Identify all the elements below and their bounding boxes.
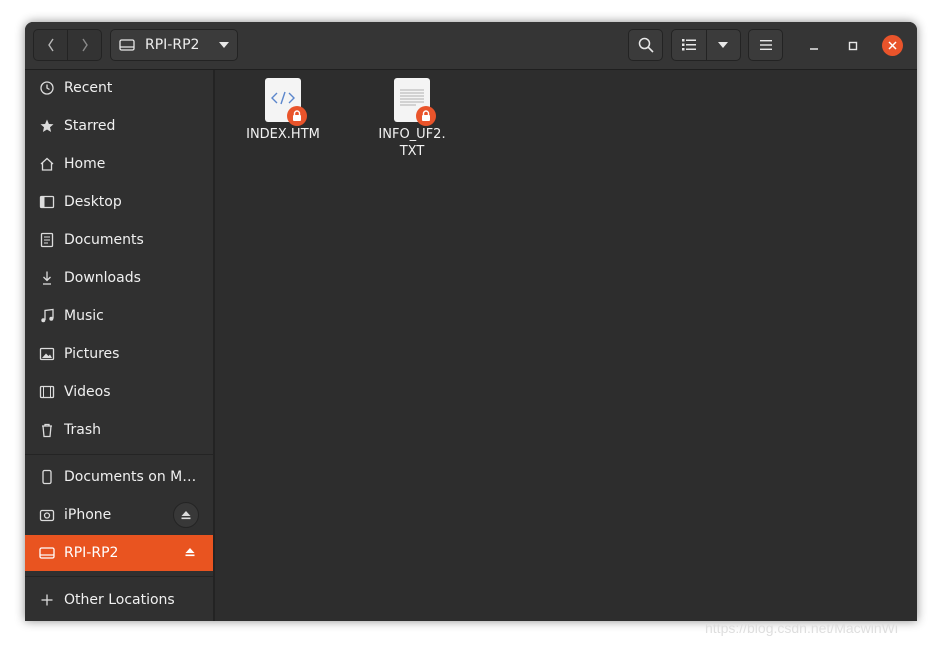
sidebar-item-videos[interactable]: Videos [25,374,213,410]
location-button[interactable]: RPI-RP2 [110,29,238,61]
minimize-icon [810,48,818,50]
maximize-button[interactable] [843,36,863,56]
sidebar-item-music[interactable]: Music [25,298,213,334]
phone-icon [39,469,55,485]
sidebar-item-desktop[interactable]: Desktop [25,184,213,220]
back-button[interactable] [34,30,67,60]
sidebar-item-label: Documents on Mi… [64,469,199,485]
close-icon [888,41,897,50]
sidebar-item-label: Recent [64,80,113,96]
navigation-buttons [33,29,102,61]
sidebar: Recent Starred Home Desktop Documents Do… [25,70,213,621]
sidebar-item-iphone[interactable]: iPhone [25,497,213,533]
html-file-icon [265,78,307,126]
minimize-button[interactable] [804,36,824,56]
picture-icon [39,346,55,362]
sidebar-item-label: Downloads [64,270,141,286]
header-bar: RPI-RP2 [25,22,917,70]
location-label: RPI-RP2 [145,37,200,53]
close-button[interactable] [882,35,903,56]
search-icon [638,37,654,53]
sidebar-item-rpi-rp2[interactable]: RPI-RP2 [25,535,213,571]
trash-icon [39,422,55,438]
file-manager-window: RPI-RP2 Recent Starred Home Desktop Docu… [25,22,917,621]
view-buttons [671,29,741,61]
hamburger-menu-icon [759,40,772,50]
eject-button[interactable] [185,545,195,561]
sidebar-item-pictures[interactable]: Pictures [25,336,213,372]
drive-icon [39,545,55,561]
star-icon [39,118,55,134]
list-view-button[interactable] [672,30,706,60]
sidebar-item-documents-on-mi[interactable]: Documents on Mi… [25,459,213,495]
sidebar-item-label: Other Locations [64,592,175,608]
sidebar-item-label: Music [64,308,104,324]
sidebar-item-recent[interactable]: Recent [25,70,213,106]
menu-button[interactable] [748,29,783,61]
sidebar-item-label: Trash [64,422,101,438]
lock-icon [287,106,307,126]
eject-icon [185,548,195,557]
file-item[interactable]: INFO_UF2. TXT [362,78,462,160]
lock-icon [416,106,436,126]
plus-icon [39,592,55,608]
sidebar-item-label: iPhone [64,507,112,523]
maximize-icon [848,41,858,51]
sidebar-separator [25,454,213,455]
file-name: INDEX.HTM [246,127,320,142]
home-icon [39,156,55,172]
view-options-button[interactable] [705,30,741,60]
music-icon [39,308,55,324]
sidebar-item-label: Pictures [64,346,120,362]
sidebar-item-documents[interactable]: Documents [25,222,213,258]
sidebar-separator [25,576,213,577]
watermark: https://blog.csdn.net/MacwinWi [705,620,898,636]
sidebar-item-label: Desktop [64,194,122,210]
file-name: INFO_UF2. [378,127,446,142]
chevron-right-icon [81,38,88,52]
code-icon [271,91,295,105]
file-item[interactable]: INDEX.HTM [233,78,333,143]
file-name: TXT [399,144,425,159]
eject-icon [181,511,191,520]
eject-button[interactable] [173,502,199,528]
text-file-icon [394,78,436,126]
search-button[interactable] [628,29,663,61]
chevron-left-icon [47,38,54,52]
document-icon [39,232,55,248]
sidebar-item-label: Documents [64,232,144,248]
sidebar-item-label: Starred [64,118,116,134]
sidebar-item-label: Videos [64,384,111,400]
sidebar-item-label: RPI-RP2 [64,545,119,561]
sidebar-item-trash[interactable]: Trash [25,412,213,448]
video-icon [39,384,55,400]
list-view-icon [681,39,696,51]
sidebar-item-other-locations[interactable]: Other Locations [25,582,213,618]
camera-icon [39,507,55,523]
desktop-icon [39,194,55,210]
sidebar-item-starred[interactable]: Starred [25,108,213,144]
file-view: INDEX.HTM INFO_UF2. TXT [215,70,917,621]
drive-icon [119,39,135,51]
sidebar-item-home[interactable]: Home [25,146,213,182]
forward-button[interactable] [67,30,101,60]
chevron-down-icon [219,42,229,48]
sidebar-item-label: Home [64,156,106,172]
sidebar-item-downloads[interactable]: Downloads [25,260,213,296]
download-icon [39,270,55,286]
clock-icon [39,80,55,96]
chevron-down-icon [718,41,729,48]
